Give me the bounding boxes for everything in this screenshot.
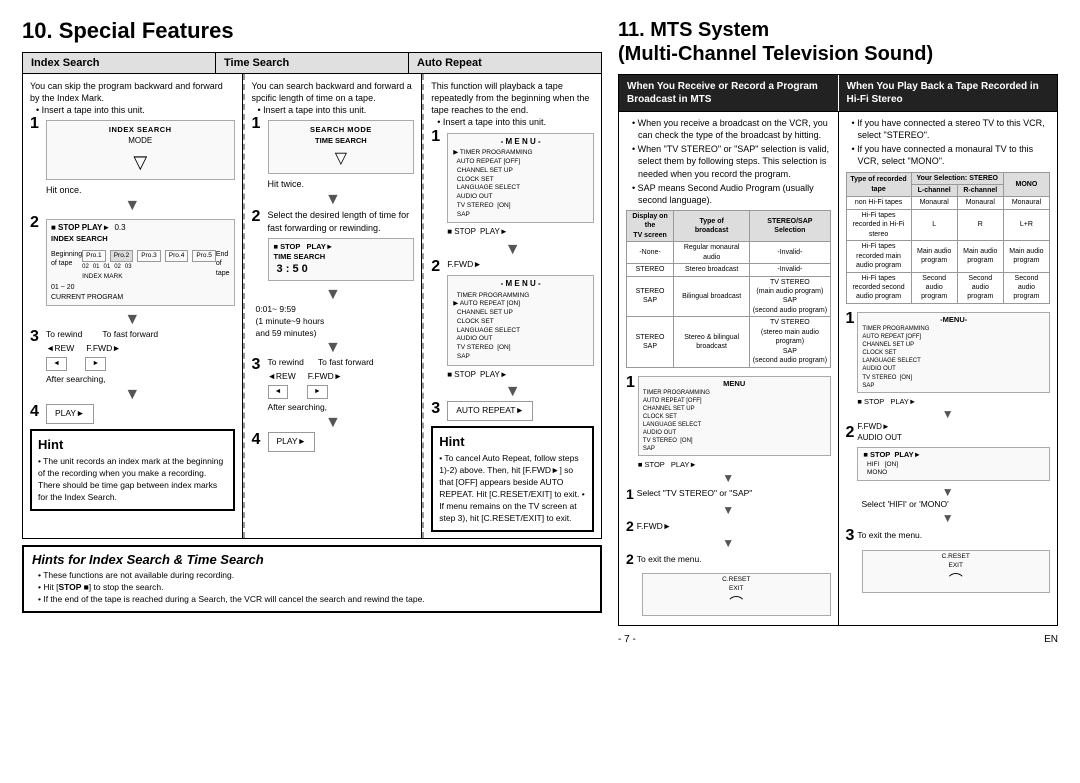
index-step-2: 2 ■ STOP PLAY► 0.3 INDEX SEARCH Beginnin…: [30, 215, 235, 310]
hints-text: • These functions are not available duri…: [32, 570, 592, 606]
tab-headers: Index Search Time Search Auto Repeat: [22, 52, 602, 74]
hifi-step2: 2 F.FWD►AUDIO OUT ■ STOP PLAY► HIFI [ON]…: [846, 422, 1051, 485]
mts-arrow3: ▼: [626, 537, 831, 549]
auto-arrow2: ▼: [431, 384, 594, 400]
selection-table: Type of recorded tape Your Selection: ST…: [846, 172, 1051, 304]
hifi-arrow2: ▼: [846, 486, 1051, 498]
auto-arrow1: ▼: [431, 242, 594, 258]
footer-lang: EN: [1044, 634, 1058, 645]
index-step-4: 4 PLAY►: [30, 404, 235, 423]
left-section-title: 10. Special Features: [22, 18, 602, 44]
hifi-arrow1: ▼: [846, 408, 1051, 420]
auto-hint-text: • To cancel Auto Repeat, follow steps 1)…: [439, 453, 586, 524]
index-step1-diagram: INDEX SEARCH MODE ▽: [46, 120, 235, 179]
auto-hint-title: Hint: [439, 433, 586, 451]
hifi-arrow3: ▼: [846, 512, 1051, 524]
index-hint-text: • The unit records an index mark at the …: [38, 456, 227, 504]
mts-step1-diagram: MENU TIMER PROGRAMMING AUTO REPEAT [OFF]…: [638, 376, 831, 457]
tab-header-time-search[interactable]: Time Search: [216, 53, 409, 73]
auto-step-2: 2 F.FWD► - M E N U - TIMER PROGRAMMING ▶…: [431, 259, 594, 382]
time-arrow2: ▼: [252, 287, 415, 303]
auto-bullet1: • Insert a tape into this unit.: [437, 116, 594, 128]
arrow1: ▼: [30, 198, 235, 214]
time-range-text: 0:01~ 9:59(1 minute~9 hoursand 59 minute…: [256, 304, 415, 340]
hifi-select: Select 'HIFI' or 'MONO': [862, 499, 1051, 510]
time-step4-box: PLAY►: [268, 432, 316, 451]
auto-step3-box: AUTO REPEAT►: [447, 401, 533, 420]
index-step4-box: PLAY►: [46, 404, 94, 423]
tab-panel-time-search: You can search backward and forward a sp…: [243, 74, 423, 538]
hifi-exit-diagram: C.RESETEXIT ⌒: [862, 550, 1051, 592]
mts-panel-playback: • If you have connected a stereo TV to t…: [839, 112, 1058, 625]
hifi-step1: 1 -MENU- TIMER PROGRAMMING AUTO REPEAT […: [846, 308, 1051, 407]
right-column: 11. MTS System (Multi-Channel Television…: [618, 18, 1058, 645]
hifi-step2-diagram: ■ STOP PLAY► HIFI [ON] MONO: [857, 447, 1050, 481]
mts-panel-receive: • When you receive a broadcast on the VC…: [619, 112, 839, 625]
index-intro: You can skip the program backward and fo…: [30, 80, 235, 104]
tab-header-auto-repeat[interactable]: Auto Repeat: [409, 53, 601, 73]
time-arrow3: ▼: [252, 340, 415, 356]
mts-tab-headers: When You Receive or Record a Program Bro…: [618, 74, 1058, 112]
index-step-1: 1 INDEX SEARCH MODE ▽ Hit once.: [30, 116, 235, 195]
footer: - 7 - EN: [618, 634, 1058, 645]
mts-step2b: 2 To exit the menu.: [626, 550, 831, 569]
auto-intro: This function will playback a tape repea…: [431, 80, 594, 116]
rewind-diagram: ◄ ►: [46, 357, 235, 370]
hints-title: Hints for Index Search & Time Search: [32, 552, 592, 567]
time-step-1: 1 SEARCH MODE TIME SEARCH ▽ Hit twice.: [252, 116, 415, 190]
hifi-step3: 3 To exit the menu.: [846, 525, 1051, 547]
time-bullet1: • Insert a tape into this unit.: [258, 104, 415, 116]
mts-tab-panels: • When you receive a broadcast on the VC…: [618, 112, 1058, 626]
index-hint-title: Hint: [38, 436, 227, 454]
index-bullet1: • Insert a tape into this unit.: [36, 104, 235, 116]
tab-panels: You can skip the program backward and fo…: [22, 74, 602, 539]
time-step1-diagram: SEARCH MODE TIME SEARCH ▽: [268, 120, 415, 174]
auto-controls: ■ STOPPLAY►: [447, 227, 594, 238]
time-step1-text: Hit twice.: [268, 178, 415, 190]
index-hint-box: Hint • The unit records an index mark at…: [30, 429, 235, 511]
index-step2-diagram: ■ STOP PLAY► 0.3 INDEX SEARCH Beginningo…: [46, 219, 235, 306]
mts-step1: 1 MENU TIMER PROGRAMMING AUTO REPEAT [OF…: [626, 372, 831, 471]
auto-step2-controls: ■ STOPPLAY►: [447, 370, 594, 381]
mts-step1b: 1 Select "TV STEREO" or "SAP": [626, 485, 831, 504]
auto-step1-diagram: - M E N U - ▶ TIMER PROGRAMMING AUTO REP…: [447, 133, 594, 224]
tab-panel-index-search: You can skip the program backward and fo…: [23, 74, 243, 538]
mts-exit-diagram: C.RESETEXIT ⌒: [642, 573, 831, 615]
mts-tab-header-playback[interactable]: When You Play Back a Tape Recorded in Hi…: [839, 75, 1058, 111]
tab-header-index-search[interactable]: Index Search: [23, 53, 216, 73]
time-intro: You can search backward and forward a sp…: [252, 80, 415, 104]
time-step-2: 2 Select the desired length of time for …: [252, 209, 415, 284]
arrow2: ▼: [30, 312, 235, 328]
time-step-3: 3 To rewind To fast forward ◄REW F.FWD►: [252, 357, 415, 413]
auto-hint-box: Hint • To cancel Auto Repeat, follow ste…: [431, 426, 594, 532]
auto-step2-diagram: - M E N U - TIMER PROGRAMMING ▶ AUTO REP…: [447, 275, 594, 366]
time-step2-diagram: ■ STOP PLAY► TIME SEARCH 3 : 5 0: [268, 238, 415, 281]
sap-table: Display on theTV screen Type ofbroadcast…: [626, 210, 831, 368]
hints-section: Hints for Index Search & Time Search • T…: [22, 545, 602, 613]
mts-tab-header-receive[interactable]: When You Receive or Record a Program Bro…: [619, 75, 839, 111]
right-section-title: 11. MTS System (Multi-Channel Television…: [618, 18, 1058, 66]
index-step1-text: Hit once.: [46, 184, 235, 196]
arrow3: ▼: [30, 387, 235, 403]
mts-step2: 2 F.FWD►: [626, 517, 831, 536]
index-step-3: 3 To rewind To fast forward ◄REW F.FWD►: [30, 329, 235, 385]
mts-arrow2: ▼: [626, 504, 831, 516]
footer-page-num: - 7 -: [618, 634, 636, 645]
time-step-4: 4 PLAY►: [252, 432, 415, 451]
auto-step-3: 3 AUTO REPEAT►: [431, 401, 594, 420]
mts-arrow1: ▼: [626, 472, 831, 484]
hifi-step1-diagram: -MENU- TIMER PROGRAMMING AUTO REPEAT [OF…: [857, 312, 1050, 393]
left-column: 10. Special Features Index Search Time S…: [22, 18, 602, 645]
tab-panel-auto-repeat: This function will playback a tape repea…: [422, 74, 601, 538]
time-rewind-diagram: ◄ ►: [268, 385, 415, 398]
time-arrow4: ▼: [252, 415, 415, 431]
time-step2-text: Select the desired length of time for fa…: [268, 209, 415, 233]
page: 10. Special Features Index Search Time S…: [0, 0, 1080, 655]
time-arrow1: ▼: [252, 192, 415, 208]
auto-step-1: 1 - M E N U - ▶ TIMER PROGRAMMING AUTO R…: [431, 129, 594, 241]
